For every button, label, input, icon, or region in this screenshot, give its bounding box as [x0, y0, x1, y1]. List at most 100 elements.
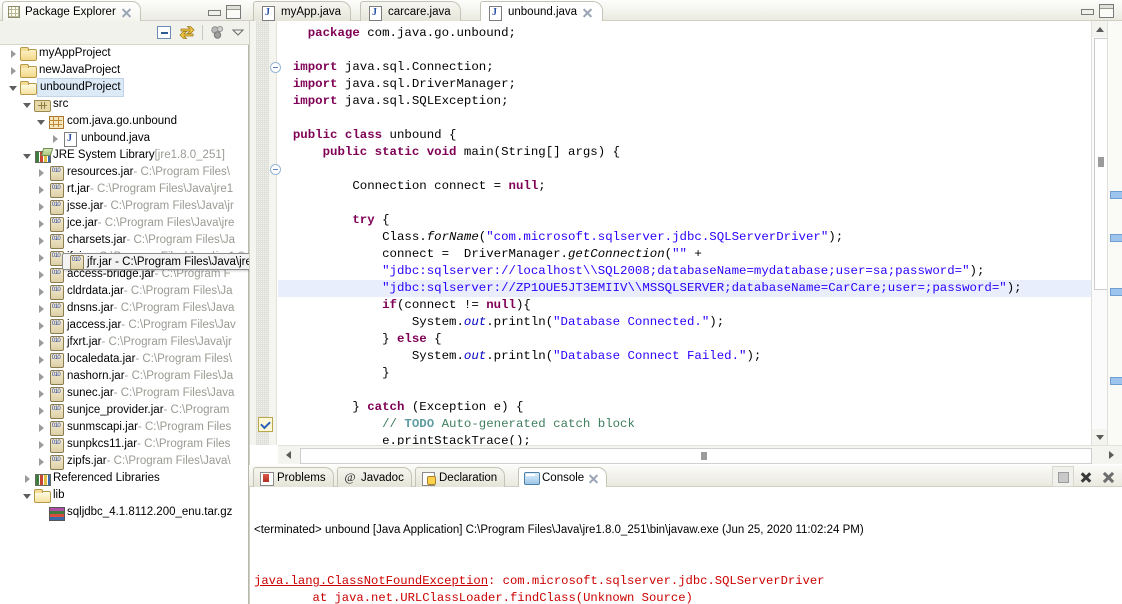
tab-package-explorer[interactable]: Package Explorer: [2, 1, 141, 22]
maximize-icon[interactable]: [1099, 4, 1114, 18]
close-icon[interactable]: [582, 7, 593, 18]
exception-link[interactable]: java.lang.ClassNotFoundException: [254, 574, 488, 588]
collapse-arrow-icon[interactable]: [22, 99, 33, 110]
overview-marker[interactable]: [1110, 377, 1122, 385]
tree-item-sunpkcs11-jar[interactable]: sunpkcs11.jar - C:\Program Files: [0, 436, 248, 453]
collapse-all-button[interactable]: [155, 24, 174, 42]
tree-item-jre-system-library[interactable]: JRE System Library [jre1.8.0_251]: [0, 147, 248, 164]
expand-arrow-icon[interactable]: [36, 456, 47, 467]
overview-marker[interactable]: [1110, 288, 1122, 296]
tree-item-unboundproject[interactable]: unboundProject: [0, 78, 248, 97]
expand-arrow-icon[interactable]: [36, 184, 47, 195]
scroll-right-arrow-icon[interactable]: [1104, 447, 1120, 463]
editor-gutter[interactable]: [250, 21, 281, 445]
expand-arrow-icon[interactable]: [36, 354, 47, 365]
tab-declaration[interactable]: Declaration: [415, 467, 506, 488]
collapse-arrow-icon[interactable]: [22, 490, 33, 501]
overview-marker[interactable]: [1110, 191, 1122, 199]
expand-arrow-icon[interactable]: [36, 439, 47, 450]
expand-arrow-icon[interactable]: [36, 269, 47, 280]
tree-item-com-java-go-unbound[interactable]: com.java.go.unbound: [0, 113, 248, 130]
expand-arrow-icon[interactable]: [36, 286, 47, 297]
tree-item-localedata-jar[interactable]: localedata.jar - C:\Program Files\: [0, 351, 248, 368]
tab-unbound-java[interactable]: unbound.java: [480, 1, 604, 22]
tree-item-charsets-jar[interactable]: charsets.jar - C:\Program Files\Ja: [0, 232, 248, 249]
tree-item-newjavaproject[interactable]: newJavaProject: [0, 62, 248, 79]
tree-item-jaccess-jar[interactable]: jaccess.jar - C:\Program Files\Jav: [0, 317, 248, 334]
expand-arrow-icon[interactable]: [8, 48, 19, 59]
view-menu-button[interactable]: [230, 24, 249, 42]
code-text-area[interactable]: package com.java.go.unbound; import java…: [278, 21, 1091, 445]
expand-arrow-icon[interactable]: [36, 167, 47, 178]
collapse-arrow-icon[interactable]: [36, 116, 47, 127]
jar-icon: [48, 437, 64, 453]
tree-item-jce-jar[interactable]: jce.jar - C:\Program Files\Java\jre: [0, 215, 248, 232]
close-icon[interactable]: [121, 7, 132, 18]
tree-item-rt-jar[interactable]: rt.jar - C:\Program Files\Java\jre1: [0, 181, 248, 198]
minimize-icon[interactable]: [208, 8, 221, 17]
tree-item-jfxrt-jar[interactable]: jfxrt.jar - C:\Program Files\Java\jr: [0, 334, 248, 351]
tree-item-dnsns-jar[interactable]: dnsns.jar - C:\Program Files\Java: [0, 300, 248, 317]
collapse-arrow-icon[interactable]: [22, 150, 33, 161]
editor-horizontal-scrollbar[interactable]: [278, 445, 1122, 464]
expand-arrow-icon[interactable]: [36, 303, 47, 314]
tree-item-referenced-libraries[interactable]: Referenced Libraries: [0, 470, 248, 487]
expand-arrow-icon[interactable]: [8, 65, 19, 76]
expand-arrow-icon[interactable]: [36, 371, 47, 382]
terminate-button[interactable]: [1052, 465, 1074, 487]
tree-item-sunjce-provider-jar[interactable]: sunjce_provider.jar - C:\Program: [0, 402, 248, 419]
collapse-arrow-icon[interactable]: [8, 82, 19, 93]
maximize-icon[interactable]: [226, 5, 241, 19]
quickfix-marker-icon[interactable]: [258, 417, 273, 432]
tab-problems[interactable]: Problems: [253, 467, 334, 488]
expand-arrow-icon[interactable]: [36, 218, 47, 229]
expand-arrow-icon[interactable]: [50, 133, 61, 144]
expand-arrow-icon[interactable]: [36, 422, 47, 433]
tree-item-nashorn-jar[interactable]: nashorn.jar - C:\Program Files\Ja: [0, 368, 248, 385]
tree-item-resources-jar[interactable]: resources.jar - C:\Program Files\: [0, 164, 248, 181]
remove-launch-button[interactable]: [1075, 466, 1097, 487]
tab-javadoc[interactable]: Javadoc: [337, 467, 412, 488]
console-output-area[interactable]: <terminated> unbound [Java Application] …: [249, 487, 1122, 604]
editor-overview-ruler[interactable]: [1107, 21, 1122, 445]
remove-all-terminated-button[interactable]: [1098, 466, 1120, 487]
tab-myapp-java[interactable]: myApp.java: [253, 1, 352, 22]
tree-item-sqljdbc-4-1-8112-200-enu-tar-gz[interactable]: sqljdbc_4.1.8112.200_enu.tar.gz: [0, 504, 248, 521]
folder-icon: [20, 63, 37, 78]
tree-item-unbound-java[interactable]: unbound.java: [0, 130, 248, 147]
vertical-scroll-thumb[interactable]: [1094, 38, 1108, 290]
overview-marker[interactable]: [1110, 234, 1122, 242]
editor-vertical-scrollbar[interactable]: [1091, 21, 1108, 445]
link-with-editor-button[interactable]: [178, 24, 197, 42]
scroll-up-arrow-icon[interactable]: [1092, 21, 1108, 37]
tree-item-lib[interactable]: lib: [0, 487, 248, 504]
tree-item-zipfs-jar[interactable]: zipfs.jar - C:\Program Files\Java\: [0, 453, 248, 470]
tree-item-sunec-jar[interactable]: sunec.jar - C:\Program Files\Java: [0, 385, 248, 402]
expand-arrow-icon[interactable]: [22, 473, 33, 484]
minimize-icon[interactable]: [1081, 7, 1094, 16]
tree-item-src[interactable]: src: [0, 96, 248, 113]
horizontal-scroll-thumb[interactable]: [300, 448, 1092, 464]
scroll-down-arrow-icon[interactable]: [1092, 429, 1108, 445]
expand-arrow-icon[interactable]: [36, 201, 47, 212]
expand-arrow-icon[interactable]: [36, 252, 47, 263]
tree-item-sunmscapi-jar[interactable]: sunmscapi.jar - C:\Program Files: [0, 419, 248, 436]
scroll-left-arrow-icon[interactable]: [280, 447, 296, 463]
expand-arrow-icon[interactable]: [36, 320, 47, 331]
close-icon[interactable]: [588, 473, 599, 484]
package-explorer-tree[interactable]: myAppProject newJavaProject unboundProject…: [0, 45, 248, 604]
package-icon: [48, 114, 64, 129]
tab-carcare-java[interactable]: carcare.java: [360, 1, 461, 22]
tree-item-cldrdata-jar[interactable]: cldrdata.jar - C:\Program Files\Ja: [0, 283, 248, 300]
expand-arrow-icon[interactable]: [36, 337, 47, 348]
tab-console[interactable]: Console: [518, 467, 608, 488]
tree-item-jsse-jar[interactable]: jsse.jar - C:\Program Files\Java\jr: [0, 198, 248, 215]
code-token: "": [672, 247, 687, 261]
expand-arrow-icon[interactable]: [36, 388, 47, 399]
tree-item-myappproject[interactable]: myAppProject: [0, 45, 248, 62]
expand-arrow-icon[interactable]: [36, 235, 47, 246]
expand-arrow-icon[interactable]: [36, 405, 47, 416]
tree-item-label: myAppProject: [39, 47, 111, 59]
filters-button[interactable]: [209, 24, 228, 42]
